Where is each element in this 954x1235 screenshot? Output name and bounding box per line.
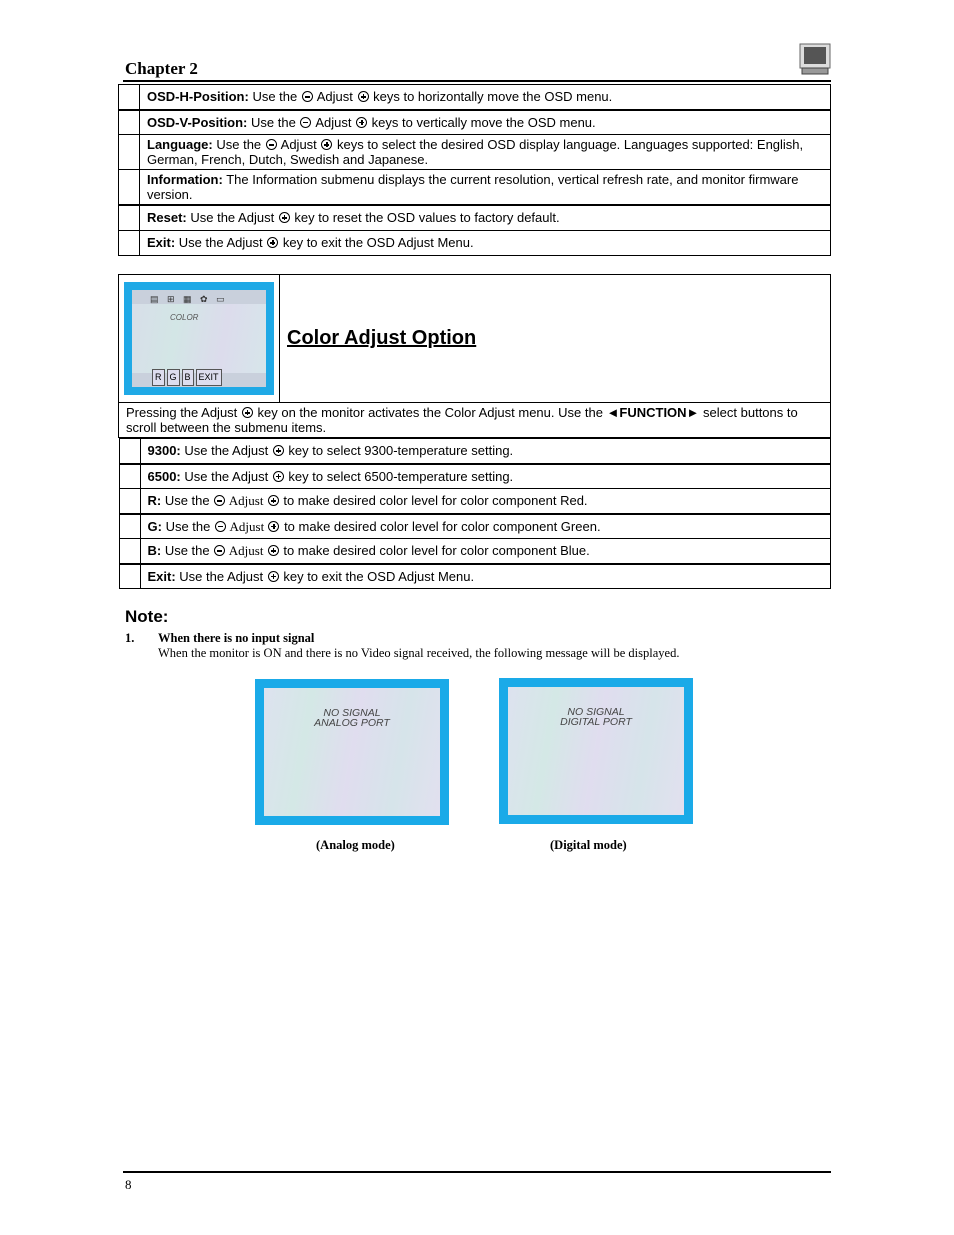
osd-menu-icons: ▤ ⊞ ▦ ✿ ▭: [150, 294, 228, 304]
row-label: Exit:: [147, 235, 176, 250]
table-row: Information: The Information submenu dis…: [118, 169, 831, 206]
row-marker-cell: [118, 108, 140, 135]
no-signal-analog-screen: NO SIGNAL ANALOG PORT: [255, 679, 449, 825]
color-rows-table: 9300: Use the Adjust key to select 9300-…: [118, 438, 831, 589]
minus-circle-icon: [214, 520, 226, 532]
color-osd-screenshot: ▤ ⊞ ▦ ✿ ▭ COLOR R G B EXIT: [124, 282, 274, 395]
row-description: R: Use the Adjust to make desired color …: [139, 488, 831, 514]
osd-button-exit: EXIT: [195, 369, 222, 386]
row-description: Language: Use the Adjust keys to select …: [139, 134, 831, 170]
header-rule: [123, 80, 831, 82]
row-description: OSD-V-Position: Use the Adjust keys to v…: [139, 108, 831, 135]
plus-circle-icon: [278, 212, 290, 224]
plus-circle-icon: [357, 91, 369, 103]
osd-menu-title: COLOR: [170, 313, 199, 322]
section-title-cell: Color Adjust Option: [279, 274, 831, 403]
plus-circle-icon: [356, 116, 368, 128]
note-item: 1. When there is no input signal When the…: [125, 631, 680, 660]
table-row: G: Use the Adjust to make desired color …: [118, 512, 831, 539]
digital-caption: (Digital mode): [550, 838, 627, 852]
note-item-title: When there is no input signal: [158, 631, 315, 645]
function-keys-label: ◄FUNCTION►: [606, 405, 700, 420]
row-label: 6500:: [147, 468, 181, 484]
row-marker-cell: [118, 229, 140, 256]
footer-rule: [123, 1171, 831, 1173]
row-marker-cell: [118, 538, 141, 564]
page-number: 8: [125, 1177, 132, 1192]
table-row: 6500: Use the Adjust key to select 6500-…: [118, 462, 831, 489]
row-label: Information:: [147, 172, 223, 187]
color-osd-screenshot-cell: ▤ ⊞ ▦ ✿ ▭ COLOR R G B EXIT: [118, 274, 280, 403]
row-marker-cell: [118, 204, 140, 231]
table-row: OSD-H-Position: Use the Adjust keys to h…: [118, 84, 831, 110]
table-row: Language: Use the Adjust keys to select …: [118, 134, 831, 170]
row-description: 9300: Use the Adjust key to select 9300-…: [139, 438, 831, 464]
plus-circle-icon: [267, 495, 279, 507]
minus-circle-icon: [214, 545, 226, 557]
row-description: Reset: Use the Adjust key to reset the O…: [139, 204, 831, 231]
row-label: G:: [147, 518, 162, 534]
table-row: Exit: Use the Adjust key to exit the OSD…: [118, 229, 831, 256]
row-label: 9300:: [147, 443, 181, 459]
row-marker-cell: [118, 462, 141, 489]
row-description: Exit: Use the Adjust key to exit the OSD…: [139, 562, 831, 589]
table-row: Exit: Use the Adjust key to exit the OSD…: [118, 562, 831, 589]
color-intro: Pressing the Adjust key on the monitor a…: [118, 402, 831, 438]
row-marker-cell: [118, 134, 140, 170]
minus-circle-icon: [301, 91, 313, 103]
no-signal-digital-screen: NO SIGNAL DIGITAL PORT: [499, 678, 693, 824]
monitor-icon: [799, 43, 831, 75]
osd-options-table: OSD-H-Position: Use the Adjust keys to h…: [118, 84, 831, 256]
row-marker-cell: [118, 512, 141, 539]
chapter-heading: Chapter 2: [125, 59, 198, 78]
row-description: Exit: Use the Adjust key to exit the OSD…: [139, 229, 831, 256]
minus-circle-icon: [300, 116, 312, 128]
minus-circle-icon: [265, 139, 277, 150]
plus-circle-icon: [272, 445, 284, 457]
row-marker-cell: [118, 488, 141, 514]
plus-circle-icon: [267, 545, 279, 557]
osd-button-r: R: [152, 369, 165, 386]
table-row: OSD-V-Position: Use the Adjust keys to v…: [118, 108, 831, 135]
color-adjust-table: ▤ ⊞ ▦ ✿ ▭ COLOR R G B EXIT Color Adjust Opt…: [118, 274, 831, 589]
row-description: Information: The Information submenu dis…: [139, 169, 831, 206]
table-row: B: Use the Adjust to make desired color …: [118, 538, 831, 564]
plus-circle-icon: [268, 520, 280, 532]
note-heading: Note:: [125, 607, 169, 626]
row-description: OSD-H-Position: Use the Adjust keys to h…: [139, 84, 831, 110]
row-description: 6500: Use the Adjust key to select 6500-…: [139, 462, 831, 489]
section-title: Color Adjust Option: [287, 327, 477, 349]
row-label: Reset:: [147, 210, 187, 226]
plus-circle-icon: [267, 570, 279, 582]
plus-circle-icon: [321, 139, 333, 150]
row-label: OSD-H-Position:: [147, 89, 249, 105]
row-marker-cell: [118, 562, 141, 589]
minus-circle-icon: [214, 495, 226, 507]
note-item-text: When the monitor is ON and there is no V…: [158, 646, 680, 660]
plus-circle-icon: [272, 470, 284, 482]
row-label: Language:: [147, 137, 213, 152]
osd-button-b: B: [181, 369, 194, 386]
row-label: R:: [147, 493, 162, 509]
osd-button-g: G: [166, 369, 180, 386]
table-row: R: Use the Adjust to make desired color …: [118, 488, 831, 514]
plus-circle-icon: [241, 407, 253, 418]
row-marker-cell: [118, 169, 140, 206]
row-label: B:: [147, 543, 162, 559]
table-row: Reset: Use the Adjust key to reset the O…: [118, 204, 831, 231]
row-description: B: Use the Adjust to make desired color …: [139, 538, 831, 564]
row-label: OSD-V-Position:: [147, 114, 248, 130]
plus-circle-icon: [267, 237, 279, 248]
row-marker-cell: [118, 84, 140, 110]
row-description: G: Use the Adjust to make desired color …: [139, 512, 831, 539]
analog-caption: (Analog mode): [316, 838, 395, 852]
row-label: Exit:: [147, 568, 176, 584]
table-row: 9300: Use the Adjust key to select 9300-…: [118, 438, 831, 464]
osd-color-buttons: R G B EXIT: [152, 369, 224, 386]
row-marker-cell: [118, 438, 141, 464]
